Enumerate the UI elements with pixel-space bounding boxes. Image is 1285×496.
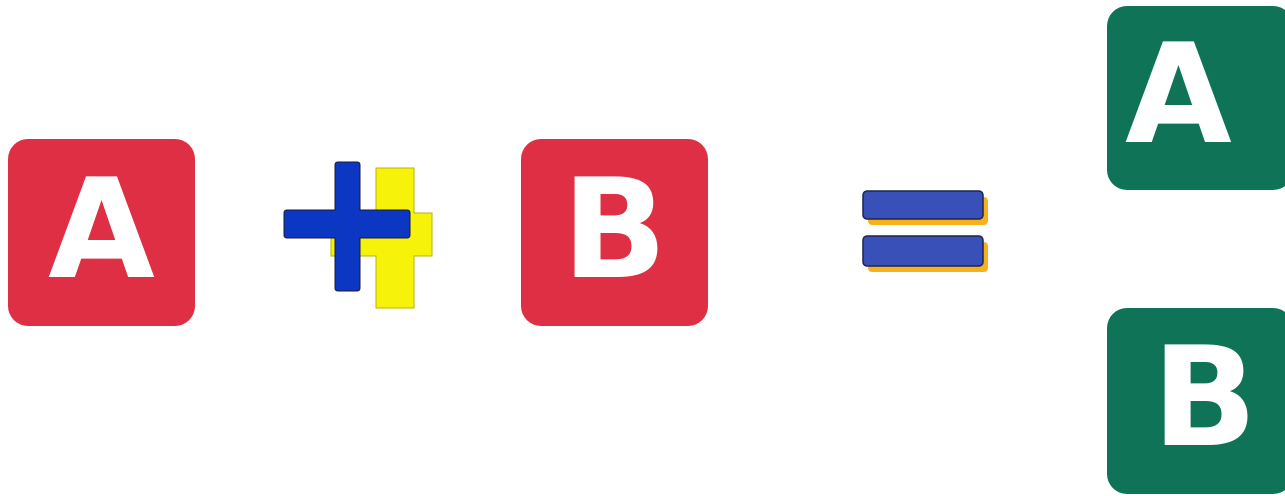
plus-icon: [283, 161, 433, 309]
result-b-tile: B: [1107, 308, 1285, 494]
equation-diagram: A B A B: [0, 0, 1285, 496]
operand-b-tile: B: [521, 139, 708, 326]
operand-a-label: A: [48, 148, 155, 310]
equals-top-bar: [862, 190, 988, 225]
operand-b-label: B: [561, 148, 668, 310]
result-a-tile: A: [1107, 6, 1285, 190]
result-a-label: A: [1125, 14, 1232, 175]
equals-icon: [862, 190, 988, 272]
operand-a-tile: A: [8, 139, 195, 326]
equals-bottom-bar: [862, 235, 988, 272]
result-b-label: B: [1152, 317, 1258, 478]
